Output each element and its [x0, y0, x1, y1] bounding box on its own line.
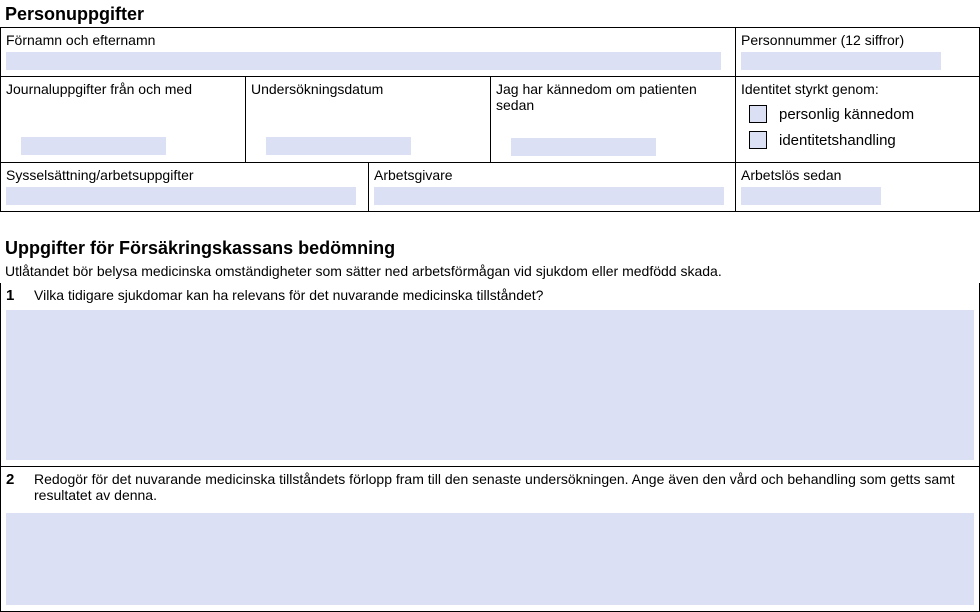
field-employer: Arbetsgivare — [368, 163, 735, 211]
q1-number: 1 — [6, 287, 22, 304]
pnr-input[interactable] — [741, 52, 941, 70]
field-occupation: Sysselsättning/arbetsuppgifter — [0, 163, 368, 211]
field-journal: Journaluppgifter från och med — [0, 77, 245, 162]
q2-number: 2 — [6, 471, 22, 503]
name-input[interactable] — [6, 52, 721, 70]
pnr-label: Personnummer (12 siffror) — [741, 32, 974, 48]
q2-text: Redogör för det nuvarande medicinska til… — [34, 471, 974, 503]
employer-label: Arbetsgivare — [374, 167, 730, 183]
field-unemployed: Arbetslös sedan — [735, 163, 980, 211]
checkbox-identitydoc[interactable] — [749, 131, 767, 149]
unemployed-input[interactable] — [741, 187, 881, 205]
section2-subtitle: Utlåtandet bör belysa medicinska omständ… — [0, 261, 980, 283]
field-identity: Identitet styrkt genom: personlig känned… — [735, 77, 980, 162]
field-examdate: Undersökningsdatum — [245, 77, 490, 162]
q2-textarea[interactable] — [6, 513, 974, 605]
employer-input[interactable] — [374, 187, 724, 205]
identity-opt1-label: personlig kännedom — [779, 106, 914, 123]
field-pnr: Personnummer (12 siffror) — [735, 28, 980, 76]
field-name: Förnamn och efternamn — [0, 28, 735, 76]
occupation-label: Sysselsättning/arbetsuppgifter — [6, 167, 363, 183]
q1-textarea[interactable] — [6, 310, 974, 460]
q1-text: Vilka tidigare sjukdomar kan ha relevans… — [34, 287, 974, 304]
known-input[interactable] — [511, 138, 656, 156]
checkbox-personal[interactable] — [749, 105, 767, 123]
occupation-input[interactable] — [6, 187, 356, 205]
question-2: 2 Redogör för det nuvarande medicinska t… — [0, 467, 980, 612]
name-label: Förnamn och efternamn — [6, 32, 730, 48]
section1-title: Personuppgifter — [0, 0, 980, 27]
identity-label: Identitet styrkt genom: — [741, 81, 974, 97]
question-1: 1 Vilka tidigare sjukdomar kan ha releva… — [0, 283, 980, 467]
examdate-input[interactable] — [266, 137, 411, 155]
section2-title: Uppgifter för Försäkringskassans bedömni… — [0, 234, 980, 261]
journal-label: Journaluppgifter från och med — [6, 81, 240, 97]
examdate-label: Undersökningsdatum — [251, 81, 485, 97]
journal-input[interactable] — [21, 137, 166, 155]
identity-opt2-label: identitetshandling — [779, 132, 896, 149]
known-label: Jag har kännedom om patienten sedan — [496, 81, 730, 113]
field-known: Jag har kännedom om patienten sedan — [490, 77, 735, 162]
unemployed-label: Arbetslös sedan — [741, 167, 974, 183]
